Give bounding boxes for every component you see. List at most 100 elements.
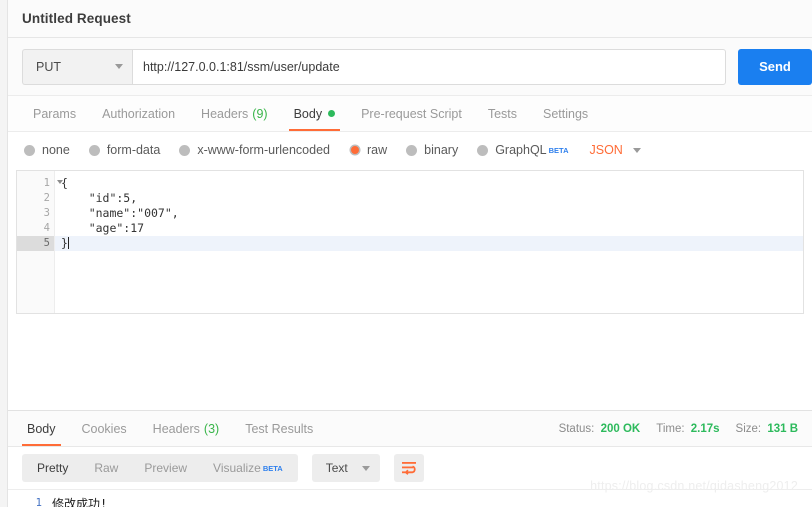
code-line-text: }: [61, 236, 68, 250]
url-bar: PUT Send: [8, 38, 812, 96]
gutter-line: 1: [17, 176, 63, 191]
response-tab-body-label: Body: [27, 421, 56, 436]
request-body-editor[interactable]: 1 2 3 4 5 { "id":5, "name":"007", "age":…: [16, 170, 804, 314]
gutter-line: 2: [43, 192, 50, 204]
size-label: Size:: [735, 422, 762, 435]
radio-graphql[interactable]: GraphQL BETA: [477, 143, 569, 157]
view-mode-raw-label: Raw: [94, 461, 119, 475]
response-view-mode-group: Pretty Raw Preview Visualize BETA: [22, 454, 298, 482]
gutter-line: 4: [43, 222, 50, 234]
response-format-dropdown[interactable]: Text: [311, 454, 380, 482]
tab-headers-label: Headers: [201, 106, 249, 121]
response-tab-test-results[interactable]: Test Results: [232, 411, 326, 446]
chevron-down-icon: [115, 64, 123, 69]
status-label: Status:: [558, 422, 595, 435]
tab-params[interactable]: Params: [20, 96, 89, 131]
view-mode-pretty-label: Pretty: [37, 461, 69, 475]
tab-authorization-label: Authorization: [102, 106, 176, 121]
editor-gutter: 1 2 3 4 5: [17, 171, 63, 313]
code-line: "age":17: [55, 221, 803, 236]
radio-x-www-form-urlencoded[interactable]: x-www-form-urlencoded: [179, 143, 330, 157]
response-tab-headers[interactable]: Headers (3): [140, 411, 233, 446]
editor-filler: [8, 314, 812, 410]
radio-graphql-label: GraphQL: [495, 143, 547, 157]
time-value: 2.17s: [690, 422, 720, 435]
radio-none-label: none: [42, 143, 70, 157]
response-meta: Status: 200 OK Time: 2.17s Size: 131 B: [559, 411, 812, 446]
body-type-radio-group: none form-data x-www-form-urlencoded raw…: [8, 132, 812, 168]
visualize-beta-badge: BETA: [262, 463, 283, 473]
tab-headers-count: (9): [252, 106, 268, 121]
status-badge: Status: 200 OK: [559, 423, 641, 435]
radio-x-www-form-urlencoded-label: x-www-form-urlencoded: [197, 143, 330, 157]
radio-none-icon: [24, 144, 35, 156]
gutter-line: 5: [17, 236, 54, 251]
watermark: https://blog.csdn.net/qidasheng2012: [590, 479, 798, 493]
response-tab-headers-label: Headers: [152, 421, 200, 436]
response-format-label: Text: [325, 461, 348, 475]
radio-graphql-icon: [477, 144, 489, 156]
tab-tests[interactable]: Tests: [475, 96, 530, 131]
tab-headers[interactable]: Headers (9): [188, 96, 281, 131]
radio-raw-label: raw: [367, 143, 388, 157]
code-line: }: [55, 236, 803, 251]
view-mode-visualize-label: Visualize: [213, 461, 261, 475]
tab-body[interactable]: Body: [281, 96, 349, 131]
tab-settings-label: Settings: [543, 106, 589, 121]
view-mode-visualize[interactable]: Visualize BETA: [200, 454, 296, 482]
request-tabs: Params Authorization Headers (9) Body Pr…: [8, 96, 812, 132]
time-label: Time:: [656, 422, 685, 435]
response-tab-cookies[interactable]: Cookies: [69, 411, 140, 446]
radio-form-data-icon: [88, 144, 100, 156]
response-body-viewer[interactable]: 1 修改成功! https://blog.csdn.net/qidasheng2…: [8, 479, 812, 507]
text-cursor: [67, 237, 69, 249]
gutter-line-number: 1: [43, 177, 50, 189]
url-input[interactable]: [132, 48, 726, 85]
http-method-dropdown[interactable]: PUT: [22, 48, 132, 85]
radio-binary[interactable]: binary: [406, 143, 458, 157]
view-mode-pretty[interactable]: Pretty: [24, 454, 81, 482]
send-button[interactable]: Send: [738, 48, 812, 85]
wrap-lines-icon: [401, 462, 416, 475]
code-line-text: "age":17: [61, 221, 145, 235]
response-tab-cookies-label: Cookies: [81, 421, 127, 436]
tab-authorization[interactable]: Authorization: [89, 96, 188, 131]
code-line: {: [55, 176, 803, 191]
radio-form-data-label: form-data: [106, 143, 161, 157]
tab-pre-request-script-label: Pre-request Script: [361, 106, 462, 121]
radio-x-www-form-urlencoded-icon: [179, 144, 191, 156]
radio-none[interactable]: none: [24, 143, 70, 157]
status-value: 200 OK: [600, 422, 641, 435]
gutter-line: 3: [43, 207, 50, 219]
radio-form-data[interactable]: form-data: [88, 143, 161, 157]
response-tab-body[interactable]: Body: [14, 411, 69, 446]
editor-code-area[interactable]: { "id":5, "name":"007", "age":17 }: [55, 171, 803, 313]
page-title: Untitled Request: [22, 11, 131, 26]
response-tabs: Body Cookies Headers (3) Test Results St…: [8, 411, 812, 447]
tab-pre-request-script[interactable]: Pre-request Script: [348, 96, 475, 131]
radio-binary-icon: [406, 144, 418, 156]
request-title-bar: Untitled Request: [8, 0, 812, 38]
raw-format-dropdown[interactable]: JSON: [590, 143, 641, 157]
response-code-line: 修改成功!: [52, 497, 108, 507]
view-mode-preview-label: Preview: [144, 461, 188, 475]
response-pane: Body Cookies Headers (3) Test Results St…: [8, 410, 812, 507]
code-line-text: {: [61, 176, 68, 190]
view-mode-raw[interactable]: Raw: [81, 454, 131, 482]
radio-raw-icon: [350, 146, 359, 154]
send-button-wrap: Send: [726, 48, 812, 85]
tab-tests-label: Tests: [487, 106, 517, 121]
view-mode-preview[interactable]: Preview: [131, 454, 200, 482]
radio-raw[interactable]: raw: [349, 143, 387, 157]
tab-body-label: Body: [293, 106, 323, 121]
tab-settings[interactable]: Settings: [530, 96, 601, 131]
response-tab-headers-count: (3): [203, 421, 220, 436]
size-badge: Size: 131 B: [736, 423, 798, 435]
main-column: Untitled Request PUT Send Params Authori…: [8, 0, 812, 507]
chevron-down-icon: [361, 465, 370, 471]
wrap-lines-button[interactable]: [393, 454, 424, 482]
response-gutter: 1: [8, 490, 46, 507]
raw-format-label: JSON: [589, 143, 623, 157]
chevron-down-icon: [632, 147, 641, 153]
postman-window: Untitled Request PUT Send Params Authori…: [0, 0, 812, 507]
